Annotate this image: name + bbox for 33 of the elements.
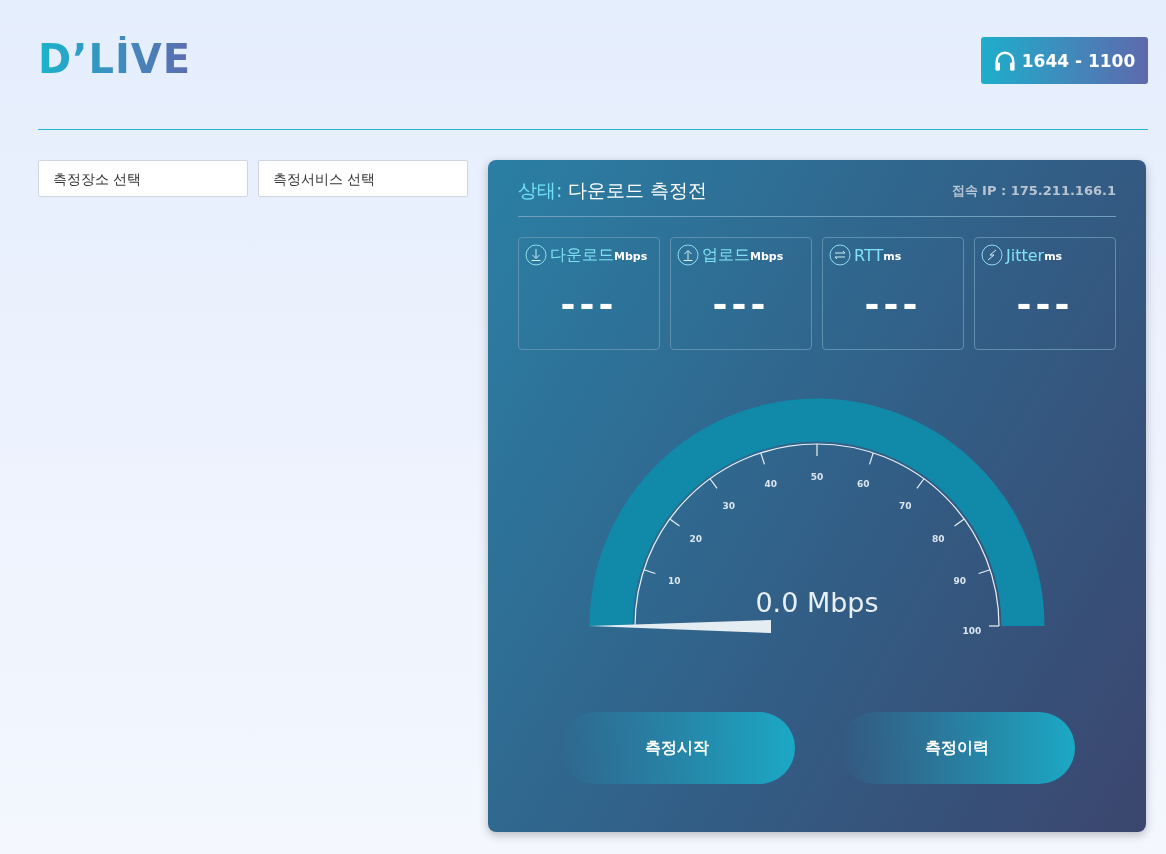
tick-label: 70 — [898, 500, 912, 511]
select-field[interactable]: 측정장소 선택 — [38, 160, 248, 197]
download-icon — [525, 244, 547, 266]
tick-label: 60 — [857, 479, 870, 490]
tick-label: 30 — [722, 500, 736, 511]
status-text: 다운로드 측정전 — [568, 178, 708, 203]
upload-icon — [677, 244, 699, 266]
metric-unit: ms — [883, 250, 902, 263]
ip-address: 접속 IP : 175.211.166.1 — [951, 182, 1116, 200]
tick-label: 40 — [764, 479, 777, 490]
tick-label: 100 — [962, 626, 982, 636]
arrows-icon — [829, 244, 851, 266]
metric-label: Jitter — [1006, 245, 1045, 265]
tick-label: 90 — [953, 575, 966, 586]
metric-unit: Mbps — [750, 250, 784, 263]
metric-label: 업로드 — [702, 244, 750, 266]
metric-value: --- — [711, 284, 771, 325]
tick-label: 10 — [668, 575, 681, 586]
tick-label: 50 — [810, 472, 824, 482]
lightning-icon — [981, 244, 1003, 266]
speed-reading: 0.0 Mbps — [755, 587, 879, 618]
tick-label: 80 — [932, 533, 945, 544]
tick-label: 20 — [689, 533, 702, 544]
metric-value: --- — [863, 284, 923, 325]
metric-label: 다운로드 — [550, 244, 614, 266]
select-field[interactable]: 측정서비스 선택 — [258, 160, 468, 197]
phone-button[interactable]: 1644 - 1100 — [981, 37, 1148, 84]
metric-unit: ms — [1044, 250, 1063, 263]
status-label: 상태: — [518, 178, 563, 203]
metric-value: --- — [1015, 284, 1075, 325]
metric-value: --- — [559, 284, 619, 325]
metric-unit: Mbps — [614, 250, 648, 263]
metric-label: RTT — [854, 245, 884, 265]
